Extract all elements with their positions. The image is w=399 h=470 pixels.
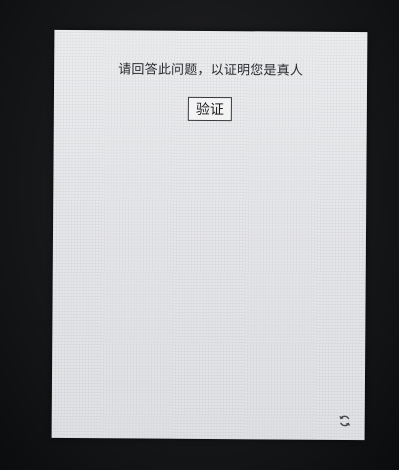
monitor-frame: 请回答此问题，以证明您是真人 验证 [0,0,399,470]
captcha-panel: 请回答此问题，以证明您是真人 验证 [51,29,368,441]
refresh-icon[interactable] [338,413,352,427]
verify-button[interactable]: 验证 [187,96,232,122]
captcha-prompt: 请回答此问题，以证明您是真人 [118,62,304,79]
